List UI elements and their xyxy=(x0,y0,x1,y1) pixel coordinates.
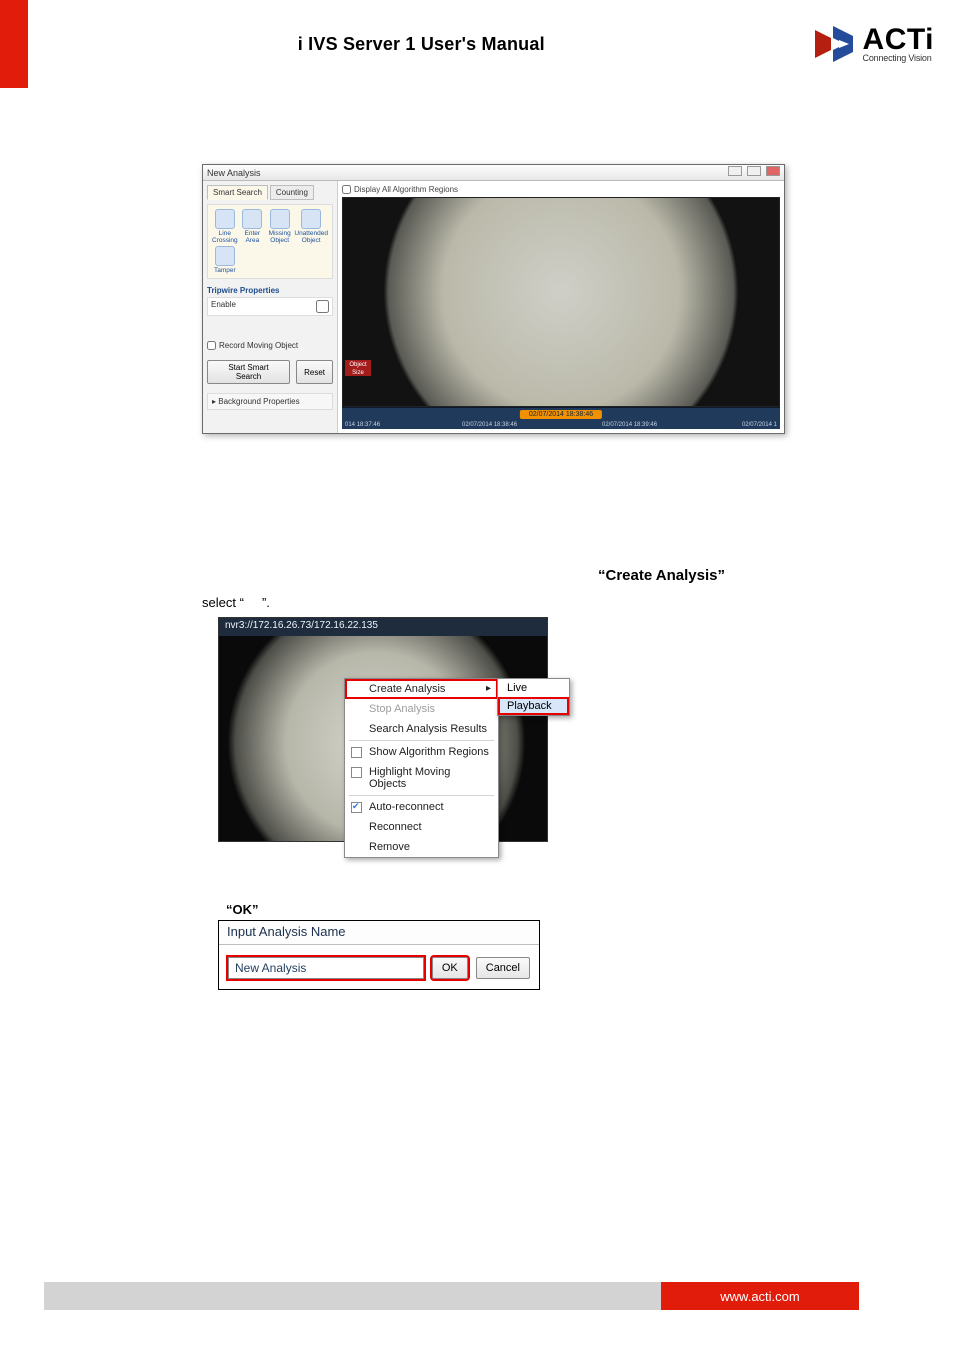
menu-stop-analysis: Stop Analysis xyxy=(345,699,498,719)
brand-logo: ACTi Connecting Vision xyxy=(815,26,934,63)
unattended-object-icon xyxy=(301,209,321,229)
left-red-stripe xyxy=(0,0,28,88)
logo-name: ACTi xyxy=(863,26,934,53)
context-menu: Create Analysis Stop Analysis Search Ana… xyxy=(344,678,499,858)
footer-url: www.acti.com xyxy=(661,1282,859,1310)
menu-remove[interactable]: Remove xyxy=(345,837,498,857)
analysis-left-panel: Smart Search Counting Line Crossing Ente… xyxy=(203,181,338,433)
timeline-tick: 02/07/2014 1 xyxy=(742,422,777,428)
tool-tamper[interactable]: Tamper xyxy=(212,246,238,274)
manual-title: i IVS Server 1 User's Manual xyxy=(28,34,815,55)
analysis-right-panel: Display All Algorithm Regions Object Siz… xyxy=(338,181,784,433)
missing-object-icon xyxy=(270,209,290,229)
menu-highlight-moving-objects[interactable]: Highlight Moving Objects xyxy=(345,762,498,794)
analysis-name-field[interactable] xyxy=(228,957,424,979)
close-icon[interactable] xyxy=(766,166,780,176)
dialog-title: Input Analysis Name xyxy=(219,921,539,945)
line-crossing-icon xyxy=(215,209,235,229)
tool-enter-area[interactable]: Enter Area xyxy=(240,209,265,244)
record-moving-label: Record Moving Object xyxy=(219,341,298,350)
input-analysis-name-dialog: Input Analysis Name OK Cancel xyxy=(218,920,540,990)
window-controls xyxy=(726,166,780,179)
menu-create-analysis[interactable]: Create Analysis xyxy=(345,679,498,699)
logo-mark-icon xyxy=(815,26,857,62)
submenu-live[interactable]: Live xyxy=(498,679,569,697)
display-all-label: Display All Algorithm Regions xyxy=(354,185,458,194)
select-instruction: select “ ”. xyxy=(202,595,270,610)
tripwire-heading: Tripwire Properties xyxy=(207,286,333,295)
cancel-button[interactable]: Cancel xyxy=(476,957,530,979)
menu-show-algorithm-regions[interactable]: Show Algorithm Regions xyxy=(345,742,498,762)
window-titlebar: New Analysis xyxy=(203,165,784,181)
background-properties-section[interactable]: ▸ Background Properties xyxy=(207,393,333,410)
enable-row: Enable xyxy=(207,297,333,316)
camera-context-screenshot: nvr3://172.16.26.73/172.16.22.135 Create… xyxy=(218,617,548,842)
maximize-icon[interactable] xyxy=(747,166,761,176)
minimize-icon[interactable] xyxy=(728,166,742,176)
ok-button[interactable]: OK xyxy=(432,957,468,979)
timeline-tick: 014 18:37:46 xyxy=(345,422,380,428)
enter-area-icon xyxy=(242,209,262,229)
timeline[interactable]: 02/07/2014 18:38:46 014 18:37:46 02/07/2… xyxy=(342,407,780,429)
camera-address: nvr3://172.16.26.73/172.16.22.135 xyxy=(219,618,547,636)
enable-label: Enable xyxy=(211,300,236,313)
algorithm-tools: Line Crossing Enter Area Missing Object … xyxy=(207,204,333,279)
enable-checkbox[interactable] xyxy=(316,300,329,313)
menu-search-results[interactable]: Search Analysis Results xyxy=(345,719,498,739)
menu-auto-reconnect[interactable]: Auto-reconnect xyxy=(345,797,498,817)
timeline-current-time: 02/07/2014 18:38:46 xyxy=(520,410,602,419)
ok-heading: “OK” xyxy=(226,902,259,917)
tab-smart-search[interactable]: Smart Search xyxy=(207,185,268,200)
tool-unattended-object[interactable]: Unattended Object xyxy=(294,209,328,244)
tab-counting[interactable]: Counting xyxy=(270,185,314,200)
checkbox-icon xyxy=(351,767,362,778)
timeline-tick: 02/07/2014 18:39:46 xyxy=(602,422,657,428)
page-footer: www.acti.com xyxy=(44,1282,859,1310)
page-header: i IVS Server 1 User's Manual ACTi Connec… xyxy=(28,0,954,88)
window-title: New Analysis xyxy=(207,168,261,178)
video-preview[interactable]: Object Size xyxy=(342,197,780,407)
checkbox-checked-icon xyxy=(351,802,362,813)
timeline-tick: 02/07/2014 18:38:46 xyxy=(462,422,517,428)
create-analysis-heading: “Create Analysis” xyxy=(598,567,725,584)
reset-button[interactable]: Reset xyxy=(296,360,333,384)
tool-line-crossing[interactable]: Line Crossing xyxy=(212,209,238,244)
object-size-label: Object Size xyxy=(345,360,371,376)
checkbox-icon xyxy=(351,747,362,758)
submenu-playback[interactable]: Playback xyxy=(498,697,569,715)
create-analysis-submenu: Live Playback xyxy=(497,678,570,716)
new-analysis-window: New Analysis Smart Search Counting Line … xyxy=(202,164,785,434)
record-moving-checkbox[interactable] xyxy=(207,341,216,350)
start-smart-search-button[interactable]: Start Smart Search xyxy=(207,360,290,384)
tool-missing-object[interactable]: Missing Object xyxy=(267,209,292,244)
tamper-icon xyxy=(215,246,235,266)
display-all-checkbox[interactable] xyxy=(342,185,351,194)
menu-reconnect[interactable]: Reconnect xyxy=(345,817,498,837)
logo-tagline: Connecting Vision xyxy=(863,53,934,63)
